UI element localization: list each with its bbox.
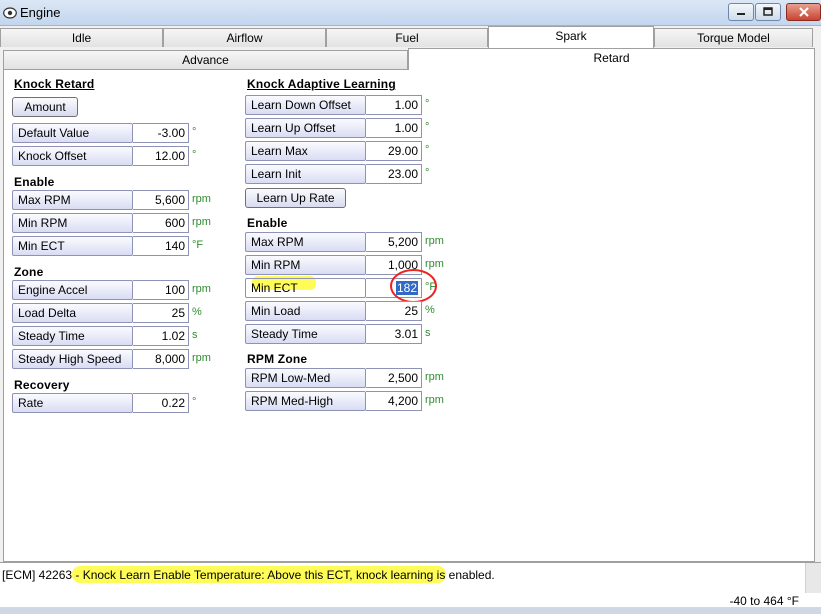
tab-retard[interactable]: Retard <box>408 48 815 70</box>
left-max-rpm-input[interactable]: 5,600 <box>133 190 189 210</box>
right-min-rpm-unit: rpm <box>425 258 444 270</box>
right-max-rpm-input[interactable]: 5,200 <box>366 232 422 252</box>
close-button[interactable] <box>786 3 821 21</box>
left-min-rpm-input[interactable]: 600 <box>133 213 189 233</box>
engine-accel-unit: rpm <box>192 283 211 295</box>
minimize-icon <box>737 13 745 15</box>
left-min-ect-input[interactable]: 140 <box>133 236 189 256</box>
rpm-low-med-unit: rpm <box>425 371 444 383</box>
knock-offset-unit: ° <box>192 149 197 161</box>
engine-accel-input[interactable]: 100 <box>133 280 189 300</box>
right-max-rpm-label: Max RPM <box>245 232 366 252</box>
description-text: [ECM] 42263 - Knock Learn Enable Tempera… <box>2 568 495 582</box>
right-enable-heading: Enable <box>247 216 288 230</box>
description-scrollbar[interactable] <box>805 563 821 593</box>
window-bottom-border <box>0 607 821 614</box>
left-min-ect-label: Min ECT <box>12 236 133 256</box>
tab-advance[interactable]: Advance <box>3 50 408 69</box>
description-message: Knock Learn Enable Temperature: Above th… <box>82 568 495 582</box>
left-enable-heading: Enable <box>14 175 55 189</box>
default-value-input[interactable]: -3.00 <box>133 123 189 143</box>
steady-high-speed-input[interactable]: 8,000 <box>133 349 189 369</box>
tab-airflow[interactable]: Airflow <box>163 28 326 47</box>
rpm-med-high-unit: rpm <box>425 394 444 406</box>
load-delta-input[interactable]: 25 <box>133 303 189 323</box>
tab-fuel[interactable]: Fuel <box>326 28 488 47</box>
window-title: Engine <box>20 5 61 20</box>
tab-idle[interactable]: Idle <box>0 28 163 47</box>
knock-offset-input[interactable]: 12.00 <box>133 146 189 166</box>
tab-spark[interactable]: Spark <box>488 26 654 48</box>
secondary-tab-strip: Advance Retard <box>3 48 815 70</box>
left-steady-time-input[interactable]: 1.02 <box>133 326 189 346</box>
left-steady-time-unit: s <box>192 329 198 341</box>
learn-up-offset-input[interactable]: 1.00 <box>366 118 422 138</box>
rpm-med-high-label: RPM Med-High <box>245 391 366 411</box>
close-icon <box>798 7 809 17</box>
learn-max-unit: ° <box>425 144 430 156</box>
rpm-zone-heading: RPM Zone <box>247 352 308 366</box>
right-steady-time-unit: s <box>425 327 431 339</box>
right-steady-time-label: Steady Time <box>245 324 366 344</box>
knock-retard-heading: Knock Retard <box>14 77 95 91</box>
rate-unit: ° <box>192 396 197 408</box>
amount-button[interactable]: Amount <box>12 97 78 117</box>
learn-down-offset-input[interactable]: 1.00 <box>366 95 422 115</box>
annotation-circle <box>390 269 437 303</box>
learn-down-offset-unit: ° <box>425 98 430 110</box>
steady-high-speed-unit: rpm <box>192 352 211 364</box>
left-max-rpm-label: Max RPM <box>12 190 133 210</box>
left-steady-time-label: Steady Time <box>12 326 133 346</box>
eye-icon <box>3 7 17 19</box>
right-min-ect-label: Min ECT <box>245 278 366 298</box>
rpm-med-high-input[interactable]: 4,200 <box>366 391 422 411</box>
description-prefix: [ECM] 42263 - <box>2 568 83 582</box>
maximize-button[interactable] <box>755 3 781 21</box>
right-steady-time-input[interactable]: 3.01 <box>366 324 422 344</box>
right-min-rpm-label: Min RPM <box>245 255 366 275</box>
right-max-rpm-unit: rpm <box>425 235 444 247</box>
zone-heading: Zone <box>14 265 44 279</box>
min-load-label: Min Load <box>245 301 366 321</box>
load-delta-unit: % <box>192 306 202 318</box>
title-bar: Engine <box>0 0 821 26</box>
tab-torque-model[interactable]: Torque Model <box>654 28 813 47</box>
engine-accel-label: Engine Accel <box>12 280 133 300</box>
rpm-low-med-label: RPM Low-Med <box>245 368 366 388</box>
rate-input[interactable]: 0.22 <box>133 393 189 413</box>
knock-adaptive-heading: Knock Adaptive Learning <box>247 77 396 91</box>
knock-offset-label: Knock Offset <box>12 146 133 166</box>
left-min-rpm-label: Min RPM <box>12 213 133 233</box>
steady-high-speed-label: Steady High Speed <box>12 349 133 369</box>
default-value-unit: ° <box>192 126 197 138</box>
learn-up-rate-button[interactable]: Learn Up Rate <box>245 188 346 208</box>
min-load-unit: % <box>425 304 435 316</box>
learn-max-input[interactable]: 29.00 <box>366 141 422 161</box>
minimize-button[interactable] <box>728 3 754 21</box>
learn-up-offset-label: Learn Up Offset <box>245 118 366 138</box>
learn-max-label: Learn Max <box>245 141 366 161</box>
learn-init-label: Learn Init <box>245 164 366 184</box>
rpm-low-med-input[interactable]: 2,500 <box>366 368 422 388</box>
learn-init-unit: ° <box>425 167 430 179</box>
learn-up-offset-unit: ° <box>425 121 430 133</box>
learn-init-input[interactable]: 23.00 <box>366 164 422 184</box>
maximize-icon <box>763 7 773 16</box>
left-min-ect-unit: °F <box>192 239 204 251</box>
left-min-rpm-unit: rpm <box>192 216 211 228</box>
retard-panel: Knock Retard Amount Default Value -3.00 … <box>3 69 815 562</box>
rate-label: Rate <box>12 393 133 413</box>
min-load-input[interactable]: 25 <box>366 301 422 321</box>
primary-tab-strip: Idle Airflow Fuel Spark Torque Model <box>0 26 821 48</box>
load-delta-label: Load Delta <box>12 303 133 323</box>
left-max-rpm-unit: rpm <box>192 193 211 205</box>
default-value-label: Default Value <box>12 123 133 143</box>
recovery-heading: Recovery <box>14 378 70 392</box>
learn-down-offset-label: Learn Down Offset <box>245 95 366 115</box>
value-range: -40 to 464 °F <box>729 594 799 608</box>
